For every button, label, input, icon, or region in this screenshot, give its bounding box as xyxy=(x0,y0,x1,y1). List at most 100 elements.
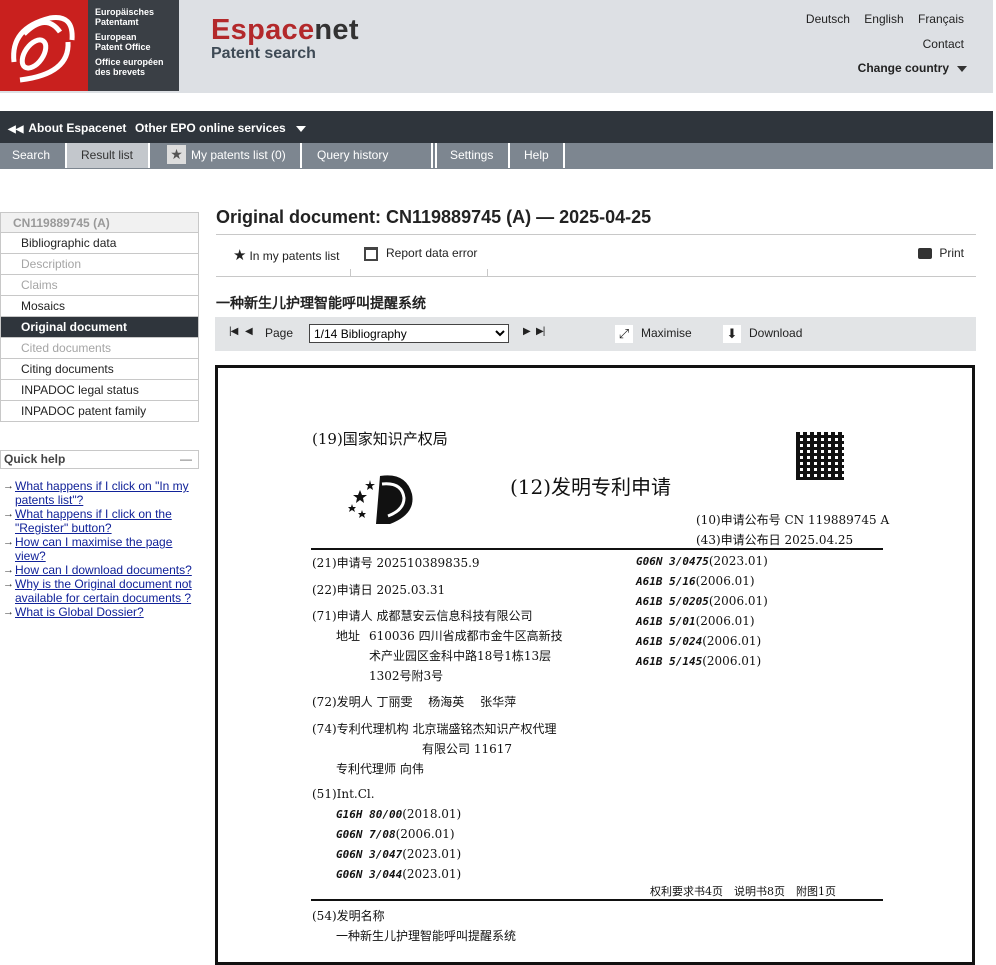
doc-intcl-item: G06N 7/08(2006.01) xyxy=(336,827,455,841)
lang-link-en[interactable]: English xyxy=(864,12,903,26)
quick-help-link[interactable]: → What happens if I click on "In my paten… xyxy=(3,479,199,507)
doc-pub-no: (10)申请公布号 CN 119889745 A xyxy=(696,513,890,527)
sidebar-item-publication-number: CN119889745 (A) xyxy=(0,212,199,233)
cnipa-emblem xyxy=(346,470,416,529)
doc-cls-item: G06N 3/0475(2023.01) xyxy=(636,554,768,568)
tab-query-history[interactable]: Query history xyxy=(302,143,433,168)
document-page-viewer[interactable]: (19)国家知识产权局 (12)发明专利申请 (10)申请公布号 CN 1198… xyxy=(215,365,975,965)
quick-help-links: → What happens if I click on "In my paten… xyxy=(0,479,199,619)
lang-link-fr[interactable]: Français xyxy=(918,12,964,26)
doc-app-date: (22)申请日 2025.03.31 xyxy=(312,583,446,597)
contact-link[interactable]: Contact xyxy=(923,37,964,51)
quick-help-link[interactable]: → What happens if I click on the "Registe… xyxy=(3,507,199,535)
in-my-patents-list-button[interactable]: ★ In my patents list xyxy=(233,246,340,264)
report-data-error-button[interactable]: Report data error xyxy=(364,246,477,261)
quick-help-header[interactable]: Quick help — xyxy=(0,450,199,469)
about-espacenet-link[interactable]: ◀◀ About Espacenet xyxy=(8,121,126,135)
sidebar-item-inpadoc-legal-status[interactable]: INPADOC legal status xyxy=(0,380,199,401)
document-title: 一种新生儿护理智能呼叫提醒系统 xyxy=(216,295,426,311)
next-page-icon[interactable]: ▶ xyxy=(523,326,531,337)
quick-help-link[interactable]: → How can I download documents? xyxy=(3,563,199,577)
doc-rule xyxy=(311,899,883,901)
top-navigation: ◀◀ About Espacenet Other EPO online servi… xyxy=(0,111,993,143)
document-action-bar: ★ In my patents list Report data error Pr… xyxy=(216,234,976,277)
collapse-icon[interactable]: — xyxy=(180,451,192,468)
download-button[interactable]: ⬇ Download xyxy=(723,325,802,343)
star-icon: ★ xyxy=(233,247,247,264)
chevron-down-icon xyxy=(957,65,967,72)
doc-cls-item: A61B 5/01(2006.01) xyxy=(636,614,755,628)
sidebar-item-bibliographic-data[interactable]: Bibliographic data xyxy=(0,233,199,254)
quick-help-panel: Quick help — → What happens if I click on … xyxy=(0,450,199,619)
prev-page-icon[interactable]: ◀ xyxy=(245,326,253,337)
sidebar-item-inpadoc-patent-family[interactable]: INPADOC patent family xyxy=(0,401,199,422)
doc-agent: 专利代理师 向伟 xyxy=(336,762,424,776)
sidebar-item-original-document[interactable]: Original document xyxy=(0,317,199,338)
tab-settings[interactable]: Settings xyxy=(437,143,510,168)
maximise-icon: ⤢ xyxy=(615,325,633,343)
brand-subtitle: Patent search xyxy=(211,45,316,62)
doc-title-label: (54)发明名称 xyxy=(312,909,385,923)
doc-invention-title: 一种新生儿护理智能呼叫提醒系统 xyxy=(336,929,517,943)
doc-intcl-item: G16H 80/00(2018.01) xyxy=(336,807,462,821)
sidebar-item-cited-documents: Cited documents xyxy=(0,338,199,359)
doc-office: (19)国家知识产权局 xyxy=(312,430,448,448)
arrow-right-icon: → xyxy=(3,536,14,548)
doc-kind: (12)发明专利申请 xyxy=(510,475,672,499)
quick-help-link[interactable]: → What is Global Dossier? xyxy=(3,605,199,619)
doc-agency: (74)专利代理机构 北京瑞盛铭杰知识产权代理 xyxy=(312,722,557,736)
doc-app-no: (21)申请号 202510389835.9 xyxy=(312,556,480,570)
doc-cls-item: A61B 5/16(2006.01) xyxy=(636,574,755,588)
print-button[interactable]: Print xyxy=(918,246,964,260)
doc-cls-item: A61B 5/0205(2006.01) xyxy=(636,594,768,608)
arrow-right-icon: → xyxy=(3,508,14,520)
quick-help-link[interactable]: → How can I maximise the page view? xyxy=(3,535,199,563)
maximise-button[interactable]: ⤢ Maximise xyxy=(615,325,692,343)
doc-address-label: 地址 xyxy=(336,629,361,643)
sidebar-item-mosaics[interactable]: Mosaics xyxy=(0,296,199,317)
change-country-dropdown[interactable]: Change country xyxy=(858,61,967,75)
espacenet-brand[interactable]: Espacenet Patent search xyxy=(211,14,359,63)
printer-icon xyxy=(918,248,933,260)
tab-help[interactable]: Help xyxy=(510,143,565,168)
tab-my-patents-list[interactable]: ★ My patents list (0) xyxy=(150,143,302,168)
star-icon: ★ xyxy=(167,145,186,165)
last-page-icon[interactable]: ▶| xyxy=(536,326,545,337)
main-tabs: Search Result list ★ My patents list (0) … xyxy=(0,143,993,169)
arrow-right-icon: → xyxy=(3,480,14,492)
lang-link-de[interactable]: Deutsch xyxy=(806,12,850,26)
quick-help-link[interactable]: → Why is the Original document not availa… xyxy=(3,577,199,605)
arrow-right-icon: → xyxy=(3,578,14,590)
document-sidebar: CN119889745 (A) Bibliographic data Descr… xyxy=(0,212,199,422)
first-page-icon[interactable]: |◀ xyxy=(229,326,238,337)
doc-applicant: (71)申请人 成都慧安云信息科技有限公司 xyxy=(312,609,533,623)
report-icon xyxy=(364,246,378,261)
double-chevron-left-icon: ◀◀ xyxy=(8,124,24,135)
doc-address-line: 610036 四川省成都市金牛区高新技 xyxy=(369,629,563,643)
tab-result-list[interactable]: Result list xyxy=(67,143,150,168)
doc-intcl-label: (51)Int.Cl. xyxy=(312,787,375,801)
doc-address-line: 术产业园区金科中路18号1栋13层 xyxy=(369,649,552,663)
divider xyxy=(350,269,351,277)
doc-intcl-item: G06N 3/044(2023.01) xyxy=(336,867,462,881)
epo-logo[interactable]: Europäisches Patentamt European Patent Off… xyxy=(0,0,179,91)
tab-search[interactable]: Search xyxy=(0,143,67,168)
sidebar-item-citing-documents[interactable]: Citing documents xyxy=(0,359,199,380)
download-icon: ⬇ xyxy=(723,325,741,343)
language-links: Deutsch English Français xyxy=(795,12,964,26)
divider xyxy=(487,269,488,277)
other-epo-services-menu[interactable]: Other EPO online services xyxy=(135,121,306,135)
site-header: Europäisches Patentamt European Patent Off… xyxy=(0,0,993,93)
doc-rule xyxy=(311,548,883,550)
epo-emblem xyxy=(0,0,88,91)
doc-page-counts: 权利要求书4页 说明书8页 附图1页 xyxy=(650,885,836,898)
doc-pub-date: (43)申请公布日 2025.04.25 xyxy=(696,533,854,547)
page-title: Original document: CN119889745 (A) — 202… xyxy=(216,207,652,227)
doc-agency-line: 有限公司 11617 xyxy=(422,742,512,756)
page-select[interactable]: 1/14 Bibliography xyxy=(309,324,509,343)
doc-cls-item: A61B 5/145(2006.01) xyxy=(636,654,762,668)
chevron-down-icon xyxy=(295,125,306,132)
sidebar-item-claims: Claims xyxy=(0,275,199,296)
page-label: Page xyxy=(265,326,294,340)
doc-address-line: 1302号附3号 xyxy=(369,669,444,683)
